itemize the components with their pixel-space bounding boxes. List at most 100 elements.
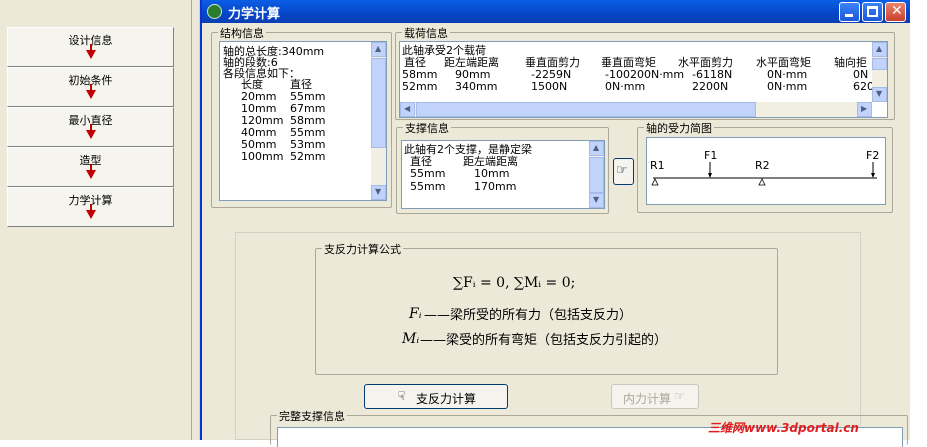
structure-label: 结构信息 [218,25,266,41]
scroll-up-icon[interactable]: ▲ [589,141,604,156]
load-cell: -100200N·mm [605,68,685,81]
support-scrollbar[interactable]: ▲ ▼ [589,141,604,208]
equilibrium-equation: ∑Fᵢ = 0, ∑Mᵢ = 0; [453,275,576,291]
col-length-header: 长度 [241,78,263,91]
draw-diagram-button[interactable]: ☞ [613,158,634,185]
arrow-down-icon [85,44,96,59]
calc-support-label: 支反力计算 [416,392,477,406]
segment-length: 20mm [241,90,277,103]
segment-length: 120mm [241,114,284,127]
step-mechanics[interactable]: 力学计算 [7,187,174,227]
structure-list[interactable]: 轴的总长度:340mm 轴的段数:6 各段信息如下： 长度 直径 20mm 55… [219,41,387,201]
diagram-group: 轴的受力简图 R1 F1 R2 F2 [637,120,893,213]
support-list[interactable]: 此轴有2个支撑，是静定梁 直径 距左端距离 55mm 10mm 55mm 170… [401,140,605,209]
load-cell: 1500N [531,80,568,93]
window-title: 力学计算 [228,7,281,22]
structure-group: 结构信息 轴的总长度:340mm 轴的段数:6 各段信息如下： 长度 直径 20… [211,25,392,208]
scroll-down-icon[interactable]: ▼ [872,87,887,102]
close-icon: ✕ [891,3,903,19]
label-r2: R2 [755,159,770,172]
load-group: 载荷信息 此轴承受2个载荷 直径 距左端距离 垂直面剪力 垂直面弯矩 水平面剪力… [395,25,895,120]
arrow-down-icon [85,204,96,219]
scroll-thumb[interactable] [416,102,756,117]
col-diameter-header: 直径 [410,155,432,168]
load-label: 载荷信息 [402,25,450,41]
load-cell: 0N [853,68,869,81]
segment-length: 10mm [241,102,277,115]
force-description: ——梁所受的所有力（包括支反力） [424,308,633,323]
load-header: 距左端距离 [444,56,499,69]
label-f2: F2 [866,149,880,162]
arrow-down-icon [85,164,96,179]
maximize-button[interactable] [862,2,883,22]
complete-support-label: 完整支撑信息 [277,408,347,424]
moment-symbol: Mᵢ [402,331,420,347]
pointing-hand-icon: ☞ [674,389,685,403]
mechanics-window: 力学计算 ✕ 结构信息 轴的总长度:340mm 轴的段数:6 各段信息如下： 长… [200,0,910,447]
scroll-right-icon[interactable]: ▶ [857,102,872,117]
segment-diameter: 55mm [290,90,326,103]
force-symbol: Fᵢ [409,306,422,322]
load-hscrollbar[interactable]: ◀ ▶ [400,102,872,117]
label-f1: F1 [704,149,718,162]
support-cell: 55mm [410,167,446,180]
scroll-thumb[interactable] [371,58,386,148]
label-r1: R1 [650,159,665,172]
step-min-diameter[interactable]: 最小直径 [7,107,174,147]
segment-diameter: 55mm [290,126,326,139]
segment-diameter: 67mm [290,102,326,115]
support-cell: 10mm [474,167,510,180]
structure-scrollbar[interactable]: ▲ ▼ [371,42,386,200]
load-header: 水平面剪力 [678,56,733,69]
step-modeling[interactable]: 造型 [7,147,174,187]
arrow-down-icon [85,124,96,139]
segment-diameter: 58mm [290,114,326,127]
segment-length: 50mm [241,138,277,151]
load-vscrollbar[interactable]: ▲ ▼ [872,42,887,102]
load-cell: 58mm [402,68,438,81]
minimize-button[interactable] [839,2,860,22]
arrow-down-icon [85,84,96,99]
load-header: 水平面弯矩 [756,56,811,69]
watermark-text: 三维网www.3dportal.cn [708,421,859,435]
load-header: 轴向拒 [834,56,867,69]
panel-divider [191,0,192,440]
scroll-up-icon[interactable]: ▲ [371,42,386,57]
app-icon [207,4,222,19]
support-group: 支撑信息 此轴有2个支撑，是静定梁 直径 距左端距离 55mm 10mm 55m… [396,120,609,214]
load-header: 垂直面剪力 [525,56,580,69]
load-cell: 0N·mm [605,80,646,93]
close-button[interactable]: ✕ [885,2,906,22]
load-cell: -2259N [531,68,572,81]
desktop-background [910,0,927,440]
load-list[interactable]: 此轴承受2个载荷 直径 距左端距离 垂直面剪力 垂直面弯矩 水平面剪力 水平面弯… [399,41,888,118]
step-panel: 设计信息 初始条件 最小直径 造型 力学计算 [0,0,200,440]
load-cell: 2200N [692,80,729,93]
segment-diameter: 53mm [290,138,326,151]
title-bar[interactable]: 力学计算 ✕ [202,0,910,23]
col-distance-header: 距左端距离 [463,155,518,168]
scroll-thumb[interactable] [872,58,887,70]
load-cell: 620 [853,80,874,93]
formula-group: 支反力计算公式 ∑Fᵢ = 0, ∑Mᵢ = 0; Fᵢ ——梁所受的所有力（包… [315,241,778,375]
hand-down-icon: ☟ [398,389,406,403]
formula-label: 支反力计算公式 [322,241,403,257]
calc-internal-button[interactable]: 内力计算 ☞ [611,384,699,409]
load-cell: 0N·mm [767,80,808,93]
scroll-thumb[interactable] [589,157,604,193]
segment-length: 40mm [241,126,277,139]
segment-diameter: 52mm [290,150,326,163]
scroll-left-icon[interactable]: ◀ [400,102,415,117]
scroll-up-icon[interactable]: ▲ [872,42,887,57]
scroll-down-icon[interactable]: ▼ [589,193,604,208]
col-diameter-header: 直径 [290,78,312,91]
load-cell: -6118N [692,68,733,81]
pointing-hand-icon: ☞ [616,163,628,178]
step-initial-conditions[interactable]: 初始条件 [7,67,174,107]
scroll-down-icon[interactable]: ▼ [371,185,386,200]
support-cell: 170mm [474,180,517,193]
load-header: 垂直面弯矩 [601,56,656,69]
support-summary: 此轴有2个支撑，是静定梁 [404,143,532,156]
calc-support-button[interactable]: ☟ 支反力计算 [364,384,508,409]
step-design-info[interactable]: 设计信息 [7,27,174,67]
